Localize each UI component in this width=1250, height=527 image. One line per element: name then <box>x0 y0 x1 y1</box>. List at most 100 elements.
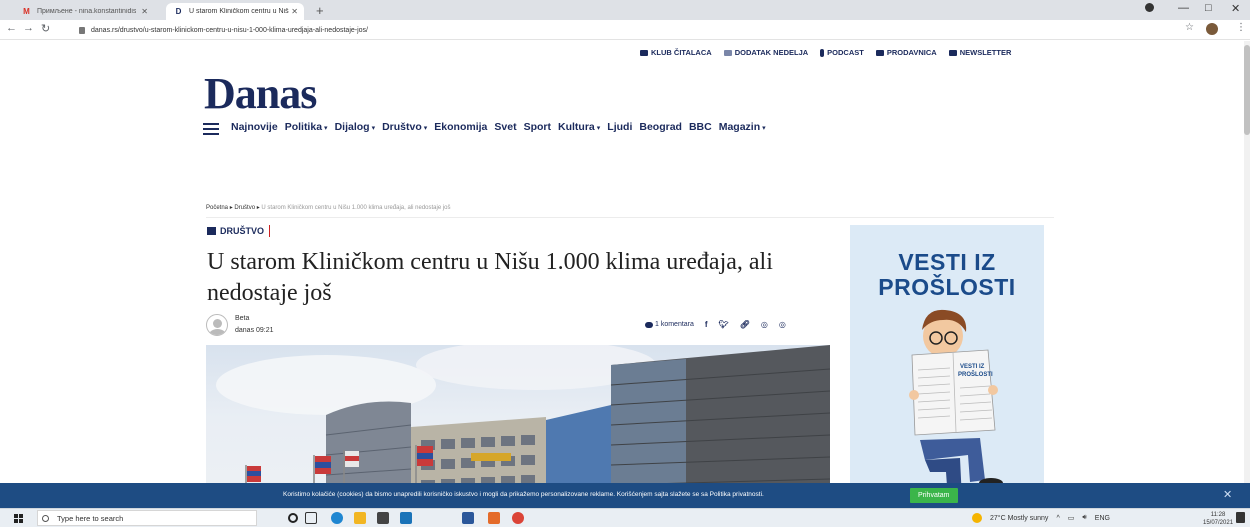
cart-icon <box>875 49 884 56</box>
cookie-text: Koristimo kolačiće (cookies) da bismo un… <box>283 491 764 498</box>
nav-item-politika[interactable]: Politika ▾ <box>285 121 328 133</box>
top-link-klub[interactable]: KLUB ČITALACA <box>640 48 712 57</box>
nav-item-svet[interactable]: Svet <box>494 121 516 133</box>
danas-favicon-icon: D <box>175 6 182 16</box>
breadcrumb-home[interactable]: Početna <box>206 205 228 211</box>
ad-paper-line: PROŠLOSTI <box>958 370 993 378</box>
lock-icon <box>79 26 85 34</box>
office-icon[interactable] <box>488 512 500 524</box>
minimize-button[interactable]: — <box>1178 2 1189 14</box>
nav-item-label: Najnovije <box>231 121 278 133</box>
chrome-icon[interactable] <box>512 512 524 524</box>
bookmark-star-icon[interactable]: ☆ <box>1185 22 1194 33</box>
top-link-podcast[interactable]: PODCAST <box>820 48 864 57</box>
envelope-icon <box>948 49 957 56</box>
nav-item-label: Društvo <box>382 121 422 133</box>
cortana-icon[interactable] <box>288 513 298 523</box>
nav-item-label: BBC <box>688 121 712 133</box>
nav-item-magazin[interactable]: Magazin ▾ <box>719 121 766 133</box>
sun-weather-icon <box>972 513 982 523</box>
tab-title: Примљене - nina.konstantinidis <box>37 8 137 15</box>
comments-link[interactable]: 1 komentara <box>645 321 694 328</box>
address-bar[interactable]: danas.rs/drustvo/u-starom-klinickom-cent… <box>79 23 1179 37</box>
comments-count: 1 komentara <box>655 321 694 328</box>
breadcrumb-section[interactable]: Društvo <box>234 205 255 211</box>
browser-tab-danas[interactable]: D U starom Kliničkom centru u Niš ✕ <box>166 3 304 20</box>
nav-item-sport[interactable]: Sport <box>524 121 551 133</box>
browser-toolbar: ← → ↻ danas.rs/drustvo/u-starom-klinicko… <box>0 20 1250 40</box>
top-link-label: KLUB ČITALACA <box>651 48 712 57</box>
mail-icon[interactable] <box>400 512 412 524</box>
volume-icon[interactable]: 🔊︎ <box>1082 514 1086 522</box>
section-tag-divider <box>269 225 271 237</box>
clock-date: 15/07/2021 <box>1203 520 1234 526</box>
clock-time: 11:28 <box>1210 512 1226 518</box>
close-tab-icon[interactable]: ✕ <box>141 7 148 16</box>
weather-text[interactable]: 27°C Mostly sunny <box>990 515 1048 522</box>
task-view-icon[interactable] <box>305 512 317 524</box>
chevron-down-icon: ▾ <box>324 125 328 132</box>
top-link-dodatak[interactable]: DODATAK NEDELJA <box>723 48 808 57</box>
search-icon <box>42 514 49 522</box>
cookie-accept-button[interactable]: Prihvatam <box>910 488 958 503</box>
reload-icon[interactable]: ↻ <box>41 22 50 35</box>
notification-icon[interactable] <box>1236 512 1245 523</box>
nav-item-kultura[interactable]: Kultura ▾ <box>558 121 600 133</box>
nav-item-ljudi[interactable]: Ljudi <box>607 121 632 133</box>
close-tab-icon[interactable]: ✕ <box>291 7 298 16</box>
breadcrumb-current: U starom Kliničkom centru u Nišu 1.000 k… <box>261 205 451 211</box>
nav-item-label: Kultura <box>558 121 595 133</box>
nav-item-label: Svet <box>494 121 517 133</box>
sidebar-ad[interactable]: VESTI IZ PROŠLOSTI VESTI IZ PROŠLOSTI <box>850 225 1044 525</box>
forward-arrow-icon[interactable]: → <box>23 22 34 34</box>
whatsapp-icon[interactable]: ◎ <box>761 320 768 329</box>
store-icon[interactable] <box>377 512 389 524</box>
taskbar-search-input[interactable]: Type here to search <box>37 510 257 526</box>
browser-menu-icon[interactable]: ⋮ <box>1236 22 1246 33</box>
comment-bubble-icon <box>645 321 653 328</box>
word-icon[interactable] <box>462 512 474 524</box>
close-window-button[interactable]: ✕ <box>1231 2 1240 15</box>
network-icon[interactable]: ▭ <box>1068 514 1075 522</box>
browser-tab-gmail[interactable]: M Примљене - nina.konstantinidis ✕ <box>14 3 154 20</box>
browser-tab-strip: M Примљене - nina.konstantinidis ✕ D U s… <box>0 0 1250 20</box>
nav-item-ekonomija[interactable]: Ekonomija <box>434 121 487 133</box>
newspaper-icon <box>723 49 732 56</box>
new-tab-button[interactable]: + <box>316 3 324 18</box>
twitter-icon[interactable]: 🐦︎ <box>719 320 729 329</box>
link-icon[interactable]: 🔗︎ <box>740 320 750 329</box>
hamburger-menu-icon[interactable] <box>203 123 219 138</box>
nav-item-najnovije[interactable]: Najnovije <box>231 121 278 133</box>
ad-title-line: PROŠLOSTI <box>878 274 1016 300</box>
account-avatar[interactable] <box>1206 23 1218 35</box>
breadcrumb: Početna ▸ Društvo ▸ U starom Kliničkom c… <box>206 204 451 211</box>
maximize-button[interactable]: □ <box>1205 2 1212 14</box>
edge-icon[interactable] <box>331 512 343 524</box>
book-icon <box>640 49 648 56</box>
facebook-icon[interactable]: f <box>705 320 708 329</box>
nav-item-beograd[interactable]: Beograd <box>639 121 682 133</box>
back-arrow-icon[interactable]: ← <box>6 22 17 34</box>
profile-icon[interactable] <box>1145 3 1154 12</box>
windows-start-icon[interactable] <box>14 514 23 523</box>
close-icon[interactable]: ✕ <box>1223 488 1232 501</box>
viber-icon[interactable]: ◎ <box>779 320 786 329</box>
scrollbar-thumb[interactable] <box>1244 45 1250 135</box>
ad-paper-line: VESTI IZ <box>960 364 985 370</box>
nav-item-bbc[interactable]: BBC <box>689 121 712 133</box>
nav-item-dijalog[interactable]: Dijalog ▾ <box>335 121 376 133</box>
section-tag[interactable]: DRUŠTVO <box>207 225 271 237</box>
taskbar-clock[interactable]: 11:28 15/07/2021 <box>1203 511 1233 527</box>
url-text: danas.rs/drustvo/u-starom-klinickom-cent… <box>91 26 368 34</box>
nav-item-label: Ljudi <box>607 121 633 133</box>
site-logo[interactable]: Danas <box>204 68 317 119</box>
article-headline: U starom Kliničkom centru u Nišu 1.000 k… <box>207 249 773 306</box>
top-link-prodavnica[interactable]: PRODAVNICA <box>875 48 937 57</box>
top-link-newsletter[interactable]: NEWSLETTER <box>948 48 1011 57</box>
tray-chevron-icon[interactable]: ^ <box>1056 515 1059 522</box>
language-indicator[interactable]: ENG <box>1095 515 1110 522</box>
nav-item-društvo[interactable]: Društvo ▾ <box>382 121 427 133</box>
author-name[interactable]: Beta <box>235 315 249 322</box>
file-explorer-icon[interactable] <box>354 512 366 524</box>
nav-item-label: Beograd <box>639 121 682 133</box>
